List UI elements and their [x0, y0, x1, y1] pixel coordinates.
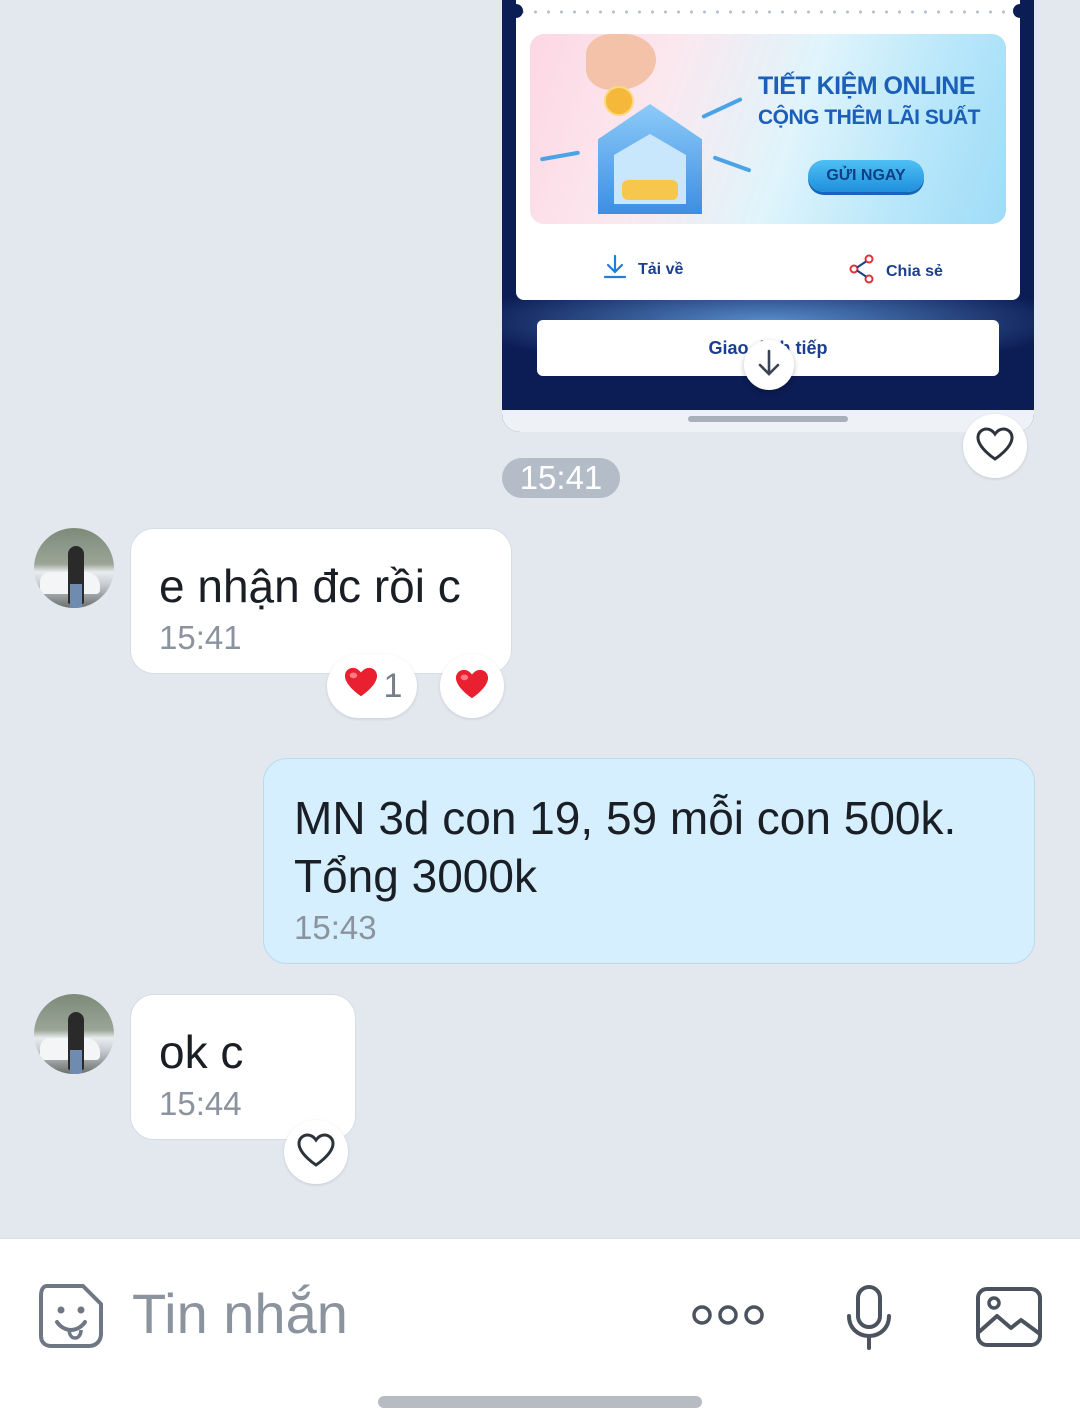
share-action: Chia sẻ: [848, 254, 943, 289]
reaction-count: 1: [383, 666, 403, 705]
message-text: MN 3d con 19, 59 mỗi con 500k. Tổng 3000…: [294, 792, 957, 902]
banner-ray: [712, 155, 752, 173]
message-text: ok c: [159, 1026, 244, 1078]
message-time: 15:41: [159, 619, 242, 656]
time-separator: 15:41: [502, 458, 620, 498]
share-icon: [848, 254, 876, 289]
receipt-card: TIẾT KIỆM ONLINE CỘNG THÊM LÃI SUẤT GỬI …: [509, 0, 1027, 300]
banner-subtitle: CỘNG THÊM LÃI SUẤT: [758, 106, 981, 129]
download-icon: [602, 254, 628, 285]
banner-title: TIẾT KIỆM ONLINE: [758, 72, 976, 100]
avatar-legs: [70, 584, 82, 608]
banner-ray: [701, 96, 743, 120]
contact-avatar[interactable]: [34, 528, 114, 608]
message-text: e nhận đc rồi c: [159, 560, 461, 612]
reaction-summary[interactable]: 1: [327, 654, 417, 718]
microphone-icon[interactable]: [842, 1283, 896, 1353]
sticker-smile-icon[interactable]: [36, 1281, 106, 1351]
arrow-down-icon: [756, 348, 782, 383]
download-label: Tải về: [638, 260, 684, 278]
coin-illustration: [604, 86, 634, 116]
coin-stack-illustration: [622, 180, 678, 200]
heart-filled-icon: [453, 667, 491, 706]
heart-outline-icon: [296, 1132, 336, 1173]
receipt-actions: Tải về Chia sẻ: [516, 254, 1020, 288]
download-action: Tải về: [602, 254, 683, 285]
image-gallery-icon[interactable]: [974, 1285, 1044, 1349]
hand-illustration: [586, 34, 656, 90]
message-bubble-sent[interactable]: MN 3d con 19, 59 mỗi con 500k. Tổng 3000…: [263, 758, 1035, 964]
share-label: Chia sẻ: [886, 262, 943, 280]
heart-outline-icon: [975, 426, 1015, 467]
scroll-down-button: [744, 340, 794, 390]
shared-image-message[interactable]: TIẾT KIỆM ONLINE CỘNG THÊM LÃI SUẤT GỬI …: [502, 0, 1034, 432]
banner-ray: [539, 150, 581, 162]
heart-filled-icon: [342, 665, 380, 708]
image-footer: [502, 410, 1034, 432]
message-input[interactable]: Tin nhắn: [132, 1281, 348, 1346]
avatar-legs: [70, 1050, 82, 1074]
image-react-button[interactable]: [963, 414, 1027, 478]
react-button[interactable]: [284, 1120, 348, 1184]
home-indicator[interactable]: [378, 1396, 702, 1408]
message-bubble[interactable]: ok c 15:44: [130, 994, 356, 1140]
perforation-notch-left: [509, 4, 523, 18]
perforation-divider: [516, 10, 1020, 14]
image-grip: [688, 416, 848, 422]
perforation-notch-right: [1013, 4, 1027, 18]
message-time: 15:43: [294, 909, 377, 946]
contact-avatar[interactable]: [34, 994, 114, 1074]
banner-send-button: GỬI NGAY: [808, 160, 924, 192]
promo-banner: TIẾT KIỆM ONLINE CỘNG THÊM LÃI SUẤT GỬI …: [530, 34, 1006, 224]
react-button[interactable]: [440, 654, 504, 718]
more-dots-icon[interactable]: [690, 1297, 766, 1333]
message-bubble[interactable]: e nhận đc rồi c 15:41: [130, 528, 512, 674]
message-time: 15:44: [159, 1085, 242, 1122]
